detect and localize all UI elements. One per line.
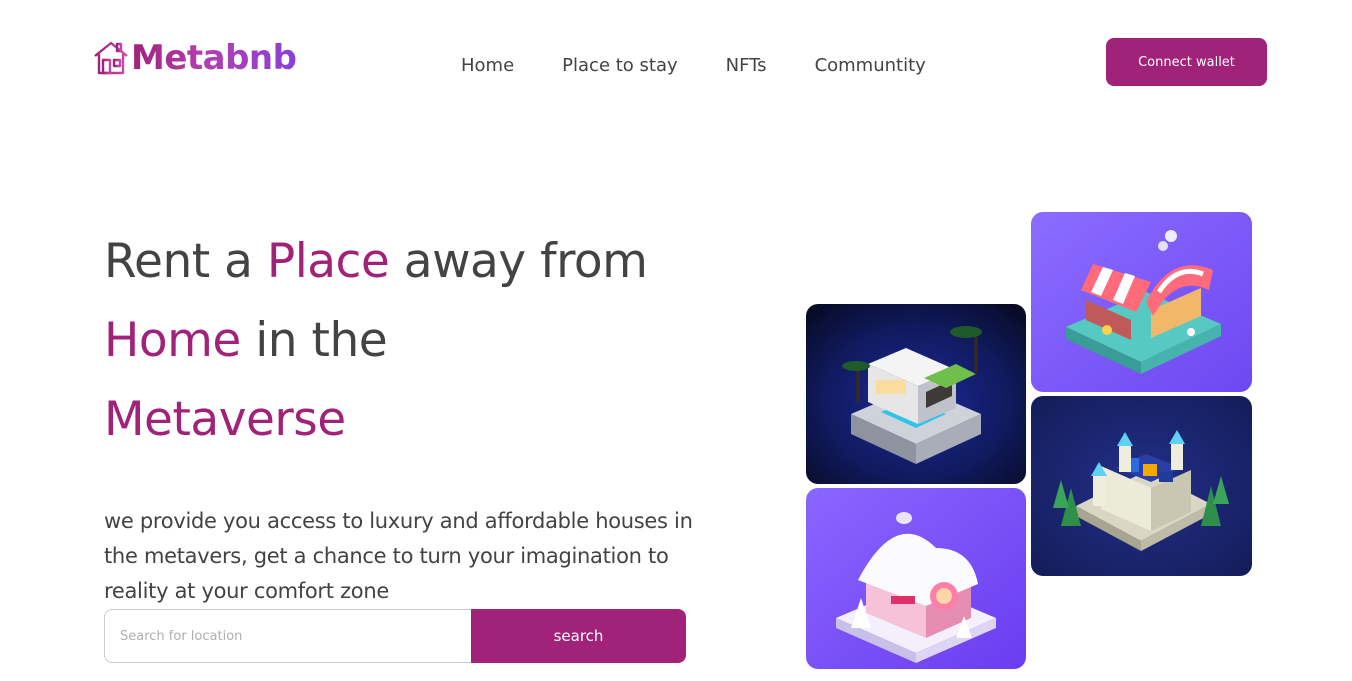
house-icon xyxy=(93,41,129,75)
main-nav: Home Place to stay NFTs Communtity xyxy=(461,54,926,78)
nav-home[interactable]: Home xyxy=(461,54,514,78)
market-stall-image xyxy=(1031,212,1252,392)
modern-villa-image xyxy=(806,304,1026,484)
nav-community[interactable]: Communtity xyxy=(815,54,926,78)
hero-title-highlight-place: Place xyxy=(266,234,390,289)
search-button[interactable]: search xyxy=(471,609,686,663)
nav-place-to-stay[interactable]: Place to stay xyxy=(562,54,678,78)
search-bar: search xyxy=(104,609,686,663)
search-input[interactable] xyxy=(104,609,471,663)
hero-description: we provide you access to luxury and affo… xyxy=(104,509,693,603)
hero-title-part: away from xyxy=(389,234,648,289)
hero-title-part: in the xyxy=(240,313,388,368)
hero-title-highlight-metaverse: Metaverse xyxy=(104,392,346,447)
snow-cottage-image xyxy=(806,488,1026,669)
hero-title-highlight-home: Home xyxy=(104,313,241,368)
logo-text: Metabnb xyxy=(131,38,297,78)
connect-wallet-button[interactable]: Connect wallet xyxy=(1106,38,1267,86)
hero-title: Rent a Place away from Home in the Metav… xyxy=(104,222,664,459)
logo[interactable]: Metabnb xyxy=(92,38,297,78)
nav-nfts[interactable]: NFTs xyxy=(726,54,767,78)
castle-image xyxy=(1031,396,1252,576)
hero-title-part: Rent a xyxy=(104,234,267,289)
